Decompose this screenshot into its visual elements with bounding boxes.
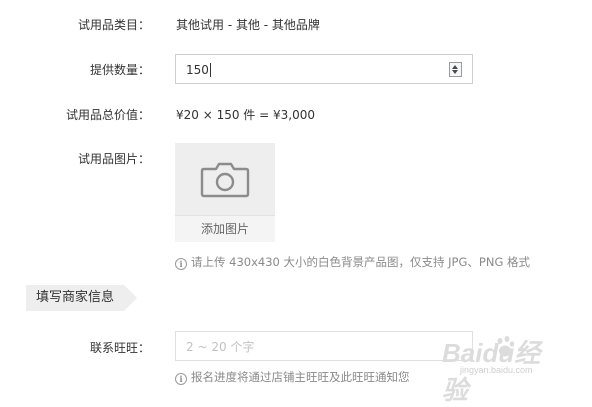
- section-header: 填写商家信息: [26, 285, 138, 311]
- total-label: 试用品总价值：: [65, 108, 150, 122]
- wangwang-label: 联系旺旺：: [89, 341, 150, 355]
- wangwang-input[interactable]: [186, 338, 426, 356]
- image-hint-text: 请上传 430x430 大小的白色背景产品图，仅支持 JPG、PNG 格式: [191, 255, 531, 269]
- wangwang-hint: i 报名进度将通过店铺主旺旺及此旺旺通知您: [175, 369, 410, 385]
- info-icon: i: [175, 373, 187, 385]
- spinner-up-icon[interactable]: [452, 65, 458, 69]
- category-value: 其他试用 - 其他 - 其他品牌: [176, 18, 320, 32]
- camera-icon: [200, 162, 250, 198]
- spinner-down-icon[interactable]: [452, 70, 458, 74]
- add-image-button[interactable]: 添加图片: [175, 143, 275, 242]
- section-title: 填写商家信息: [36, 290, 115, 305]
- spinner-icon[interactable]: [449, 62, 462, 77]
- watermark-url: jingyan.baidu.com: [460, 365, 533, 375]
- baidu-watermark: Baidu经验 jingyan.baidu.com: [442, 333, 562, 405]
- image-label: 试用品图片：: [77, 152, 150, 166]
- total-value: ¥20 × 150 件 = ¥3,000: [176, 108, 315, 122]
- wangwang-field[interactable]: [175, 331, 473, 361]
- category-label: 试用品类目：: [77, 18, 150, 32]
- quantity-label: 提供数量：: [89, 63, 150, 77]
- wangwang-hint-text: 报名进度将通过店铺主旺旺及此旺旺通知您: [191, 370, 410, 384]
- text-caret: [210, 63, 211, 77]
- add-image-label: 添加图片: [175, 216, 275, 242]
- info-icon: i: [175, 258, 187, 270]
- section-arrow: [124, 285, 138, 311]
- quantity-field[interactable]: [175, 54, 473, 84]
- quantity-input[interactable]: [186, 61, 426, 79]
- image-hint: i 请上传 430x430 大小的白色背景产品图，仅支持 JPG、PNG 格式: [175, 254, 530, 270]
